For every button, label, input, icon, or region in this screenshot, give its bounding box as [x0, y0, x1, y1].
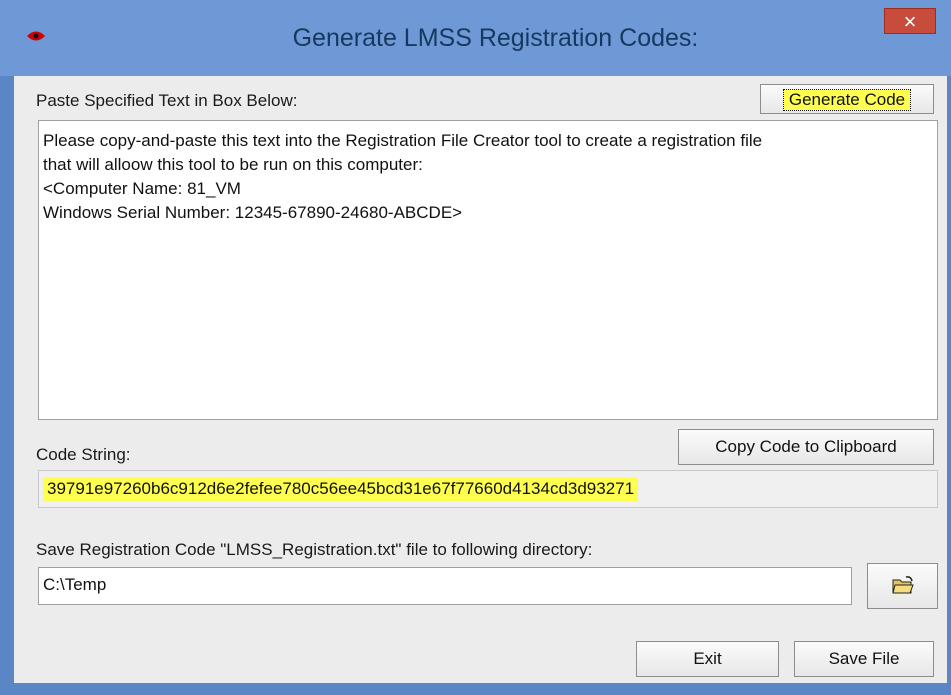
title-bar[interactable]: Generate LMSS Registration Codes: × — [0, 0, 951, 76]
save-directory-label: Save Registration Code "LMSS_Registratio… — [36, 540, 593, 559]
open-folder-icon — [892, 576, 914, 594]
exit-button[interactable]: Exit — [636, 641, 779, 677]
window-title: Generate LMSS Registration Codes: — [292, 24, 699, 52]
copy-code-button[interactable]: Copy Code to Clipboard — [678, 429, 934, 465]
dialog-body: Paste Specified Text in Box Below: Gener… — [14, 76, 947, 683]
registration-text-area[interactable]: Please copy-and-paste this text into the… — [38, 120, 938, 420]
directory-input[interactable]: C:\Temp — [38, 567, 852, 605]
code-string-label: Code String: — [36, 445, 131, 464]
registration-window: Generate LMSS Registration Codes: × Past… — [0, 0, 951, 695]
text-line: Windows Serial Number: 12345-67890-24680… — [43, 203, 463, 222]
browse-folder-button[interactable] — [867, 563, 938, 609]
code-string-value: 39791e97260b6c912d6e2fefee780c56ee45bcd3… — [43, 477, 639, 501]
text-line: <Computer Name: 81_VM — [43, 179, 241, 198]
code-string-field[interactable]: 39791e97260b6c912d6e2fefee780c56ee45bcd3… — [38, 470, 938, 508]
text-line: that will alloow this tool to be run on … — [43, 155, 423, 174]
generate-code-button[interactable]: Generate Code — [760, 84, 934, 114]
text-line: Please copy-and-paste this text into the… — [43, 131, 763, 150]
paste-label: Paste Specified Text in Box Below: — [36, 91, 298, 110]
generate-code-label: Generate Code — [782, 89, 912, 111]
save-file-button[interactable]: Save File — [794, 641, 934, 677]
close-button[interactable]: × — [884, 8, 936, 34]
